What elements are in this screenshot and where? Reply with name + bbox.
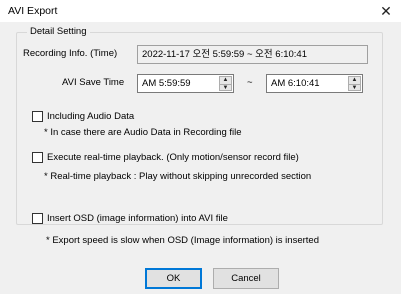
start-time-picker[interactable]: AM 5:59:59 ▲ ▼: [137, 74, 234, 93]
close-icon[interactable]: ✕: [377, 2, 395, 20]
time-range-separator: ~: [247, 77, 253, 88]
spin-down-icon[interactable]: ▼: [349, 84, 360, 91]
audio-checkbox[interactable]: [32, 111, 43, 122]
realtime-label[interactable]: Execute real-time playback. (Only motion…: [47, 152, 299, 163]
osd-label[interactable]: Insert OSD (image information) into AVI …: [47, 213, 228, 224]
ok-button[interactable]: OK: [145, 268, 202, 289]
detail-setting-group: Detail Setting Recording Info. (Time) 20…: [16, 26, 383, 225]
realtime-checkbox[interactable]: [32, 152, 43, 163]
cancel-button[interactable]: Cancel: [213, 268, 279, 289]
end-time-picker[interactable]: AM 6:10:41 ▲ ▼: [266, 74, 363, 93]
group-title: Detail Setting: [27, 26, 90, 37]
audio-note: * In case there are Audio Data in Record…: [44, 127, 242, 138]
recording-info-label: Recording Info. (Time): [23, 48, 118, 59]
osd-note: * Export speed is slow when OSD (Image i…: [46, 235, 319, 246]
realtime-note: * Real-time playback : Play without skip…: [44, 171, 312, 182]
window-title: AVI Export: [8, 5, 58, 17]
spin-down-icon[interactable]: ▼: [220, 84, 231, 91]
audio-label[interactable]: Including Audio Data: [47, 111, 134, 122]
save-time-label: AVI Save Time: [62, 77, 125, 88]
start-time-spinner[interactable]: ▲ ▼: [219, 76, 232, 91]
end-time-spinner[interactable]: ▲ ▼: [348, 76, 361, 91]
end-time-value: AM 6:10:41: [271, 78, 320, 89]
dialog-body: Detail Setting Recording Info. (Time) 20…: [0, 22, 401, 294]
start-time-value: AM 5:59:59: [142, 78, 191, 89]
osd-checkbox[interactable]: [32, 213, 43, 224]
spin-up-icon[interactable]: ▲: [220, 77, 231, 84]
title-bar: AVI Export ✕: [0, 0, 401, 22]
spin-up-icon[interactable]: ▲: [349, 77, 360, 84]
recording-info-field: 2022-11-17 오전 5:59:59 ~ 오전 6:10:41: [137, 45, 368, 64]
